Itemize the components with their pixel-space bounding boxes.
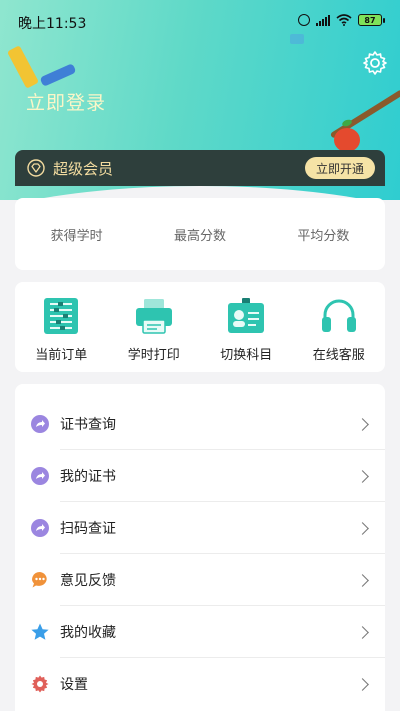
stat-average-score: 平均分数 xyxy=(297,228,350,244)
gear-icon xyxy=(31,675,49,693)
signal-icon xyxy=(316,14,330,26)
diamond-icon xyxy=(27,159,45,177)
menu-item-label: 我的收藏 xyxy=(60,625,116,641)
shortcut-switch-subject[interactable]: 切换科目 xyxy=(200,282,293,372)
status-icons: 87 xyxy=(298,14,385,26)
stats-card: 获得学时 最高分数 平均分数 xyxy=(15,198,385,270)
shortcut-orders[interactable]: 当前订单 xyxy=(15,282,108,372)
battery-icon: 87 xyxy=(358,14,385,26)
menu-item-favorites[interactable]: 我的收藏 xyxy=(15,606,385,658)
chevron-right-icon xyxy=(356,573,369,587)
share-icon xyxy=(31,519,49,537)
headset-icon xyxy=(321,299,356,332)
shortcut-label: 切换科目 xyxy=(220,348,273,363)
activate-vip-button[interactable]: 立即开通 xyxy=(305,157,375,179)
menu-item-feedback[interactable]: 意见反馈 xyxy=(15,554,385,606)
menu-item-label: 证书查询 xyxy=(60,417,116,433)
apple-decoration xyxy=(334,128,360,152)
wifi-icon xyxy=(336,14,352,26)
alarm-icon xyxy=(298,14,310,26)
gear-icon[interactable] xyxy=(362,50,388,76)
id-card-icon xyxy=(228,298,265,333)
shortcut-label: 当前订单 xyxy=(35,348,88,363)
menu-item-settings[interactable]: 设置 xyxy=(15,658,385,710)
menu-item-my-certificates[interactable]: 我的证书 xyxy=(15,450,385,502)
status-time: 晚上11:53 xyxy=(18,16,87,32)
share-icon xyxy=(31,467,49,485)
shortcut-print[interactable]: 学时打印 xyxy=(108,282,201,372)
abacus-icon xyxy=(44,298,79,334)
chevron-right-icon xyxy=(356,625,369,639)
vip-banner: 超级会员 立即开通 xyxy=(15,150,385,186)
chevron-right-icon xyxy=(356,417,369,431)
settings-menu: 证书查询 我的证书 扫码查证 意见反馈 我的收藏 设置 xyxy=(15,384,385,711)
crayon-decoration xyxy=(6,45,40,89)
login-link[interactable]: 立即登录 xyxy=(26,88,106,115)
chevron-right-icon xyxy=(356,469,369,483)
shortcut-label: 学时打印 xyxy=(127,348,180,363)
chevron-right-icon xyxy=(356,677,369,691)
menu-item-scan-verify[interactable]: 扫码查证 xyxy=(15,502,385,554)
menu-item-label: 扫码查证 xyxy=(60,521,116,537)
shortcut-grid: 当前订单 学时打印 切换科目 在线客服 xyxy=(15,282,385,372)
chat-icon xyxy=(32,572,47,588)
shortcut-customer-service[interactable]: 在线客服 xyxy=(293,282,386,372)
menu-item-label: 意见反馈 xyxy=(60,573,116,589)
status-bar: 晚上11:53 87 xyxy=(0,0,400,42)
printer-icon xyxy=(135,299,172,334)
menu-item-label: 我的证书 xyxy=(60,469,116,485)
vip-label: 超级会员 xyxy=(53,159,114,178)
menu-item-certificate-query[interactable]: 证书查询 xyxy=(15,398,385,450)
stat-highest-score: 最高分数 xyxy=(173,228,226,244)
chevron-right-icon xyxy=(356,521,369,535)
profile-header: 晚上11:53 87 立即登录 超级会员 立即开通 xyxy=(0,0,400,200)
pencil-decoration xyxy=(39,63,77,87)
stat-study-hours: 获得学时 xyxy=(50,228,103,244)
menu-item-label: 设置 xyxy=(60,677,88,693)
shortcut-label: 在线客服 xyxy=(312,348,365,363)
star-icon xyxy=(31,623,49,640)
share-icon xyxy=(31,415,49,433)
